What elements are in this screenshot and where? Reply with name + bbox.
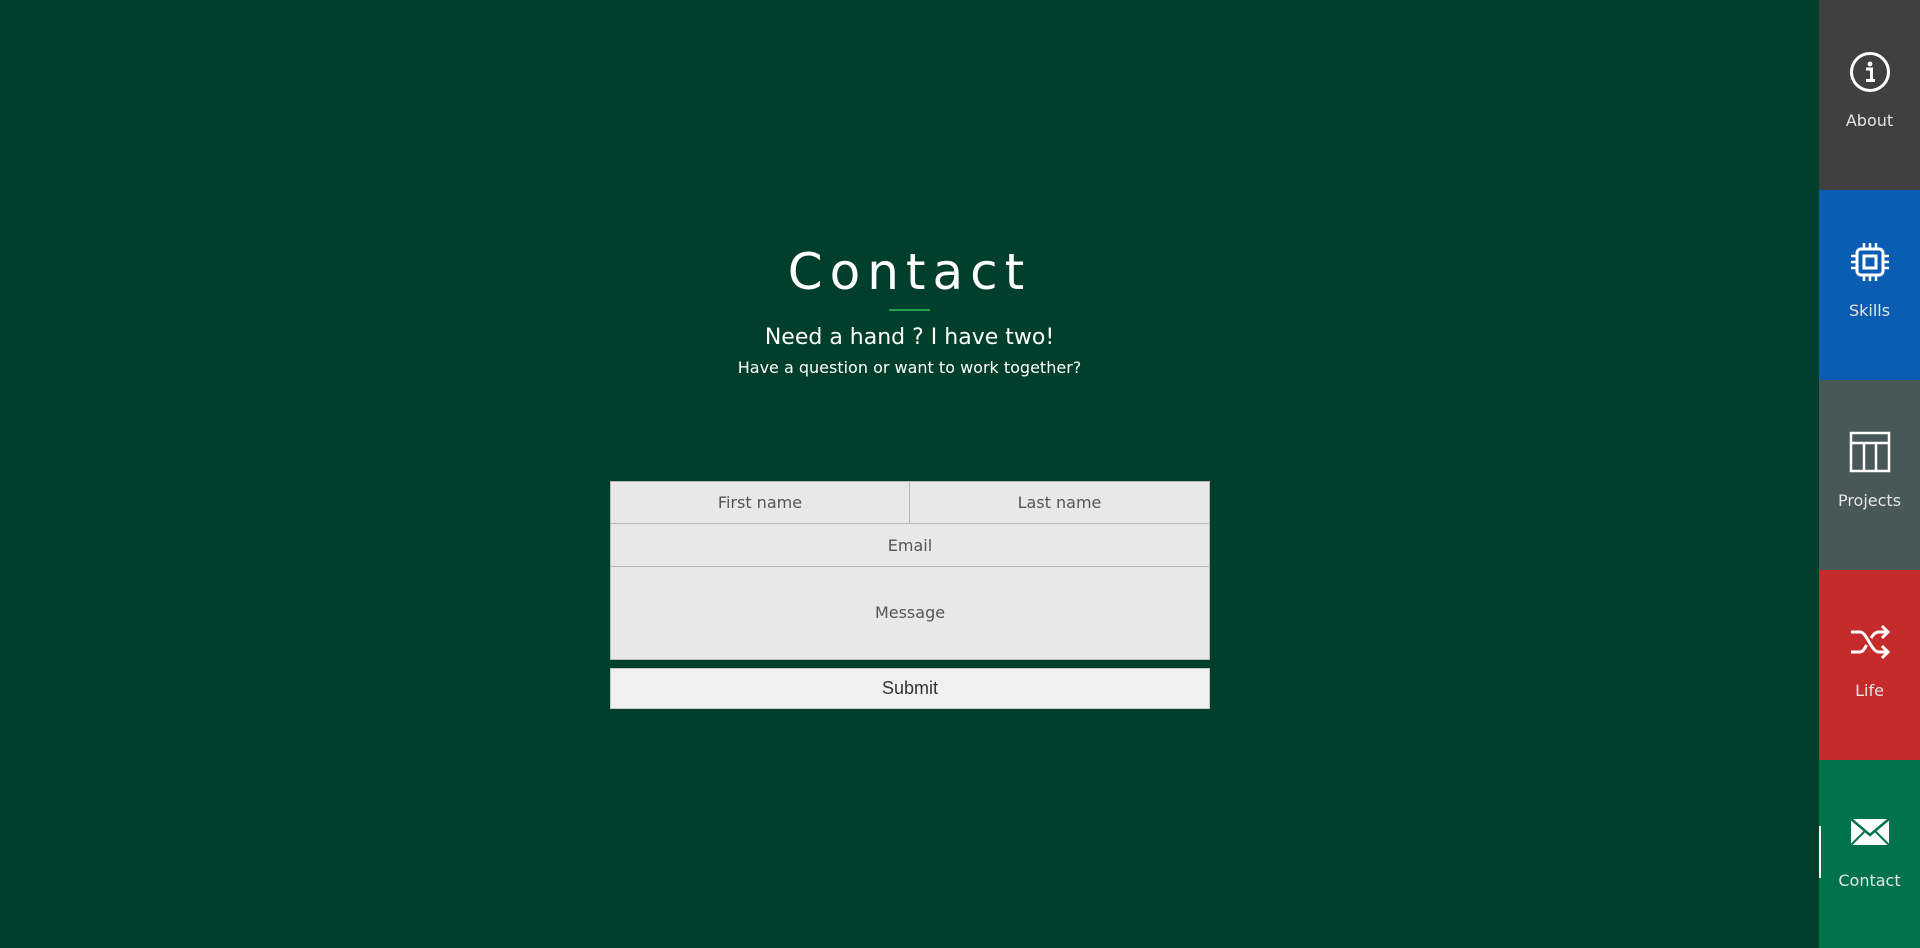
side-navigation: About Skills Projects Life Contact bbox=[1819, 0, 1920, 948]
contact-section: Contact Need a hand ? I have two! Have a… bbox=[0, 0, 1819, 948]
contact-form: Submit bbox=[610, 481, 1210, 709]
shuffle-icon bbox=[1851, 624, 1891, 660]
envelope-icon bbox=[1850, 818, 1890, 846]
nav-item-label: Life bbox=[1855, 681, 1884, 700]
nav-item-label: Projects bbox=[1837, 491, 1902, 510]
nav-item-label: Contact bbox=[1838, 871, 1901, 890]
nav-item-label: About bbox=[1845, 111, 1894, 130]
page: Contact Need a hand ? I have two! Have a… bbox=[0, 0, 1920, 948]
name-row bbox=[610, 481, 1210, 524]
title-underline bbox=[889, 309, 930, 311]
last-name-input[interactable] bbox=[910, 481, 1210, 524]
submit-button[interactable]: Submit bbox=[610, 668, 1210, 709]
nav-item-skills[interactable]: Skills bbox=[1819, 190, 1920, 380]
page-title: Contact bbox=[787, 243, 1032, 301]
nav-item-life[interactable]: Life bbox=[1819, 570, 1920, 760]
email-input[interactable] bbox=[610, 524, 1210, 567]
contact-tagline: Have a question or want to work together… bbox=[737, 358, 1082, 377]
first-name-input[interactable] bbox=[610, 481, 910, 524]
nav-item-projects[interactable]: Projects bbox=[1819, 380, 1920, 570]
chip-icon bbox=[1851, 243, 1889, 281]
info-icon bbox=[1850, 52, 1890, 92]
message-textarea[interactable] bbox=[610, 567, 1210, 660]
nav-item-label: Skills bbox=[1848, 301, 1891, 320]
nav-item-about[interactable]: About bbox=[1819, 0, 1920, 190]
contact-subtitle: Need a hand ? I have two! bbox=[764, 325, 1055, 350]
nav-item-contact[interactable]: Contact bbox=[1819, 760, 1920, 948]
layout-icon bbox=[1849, 431, 1891, 473]
